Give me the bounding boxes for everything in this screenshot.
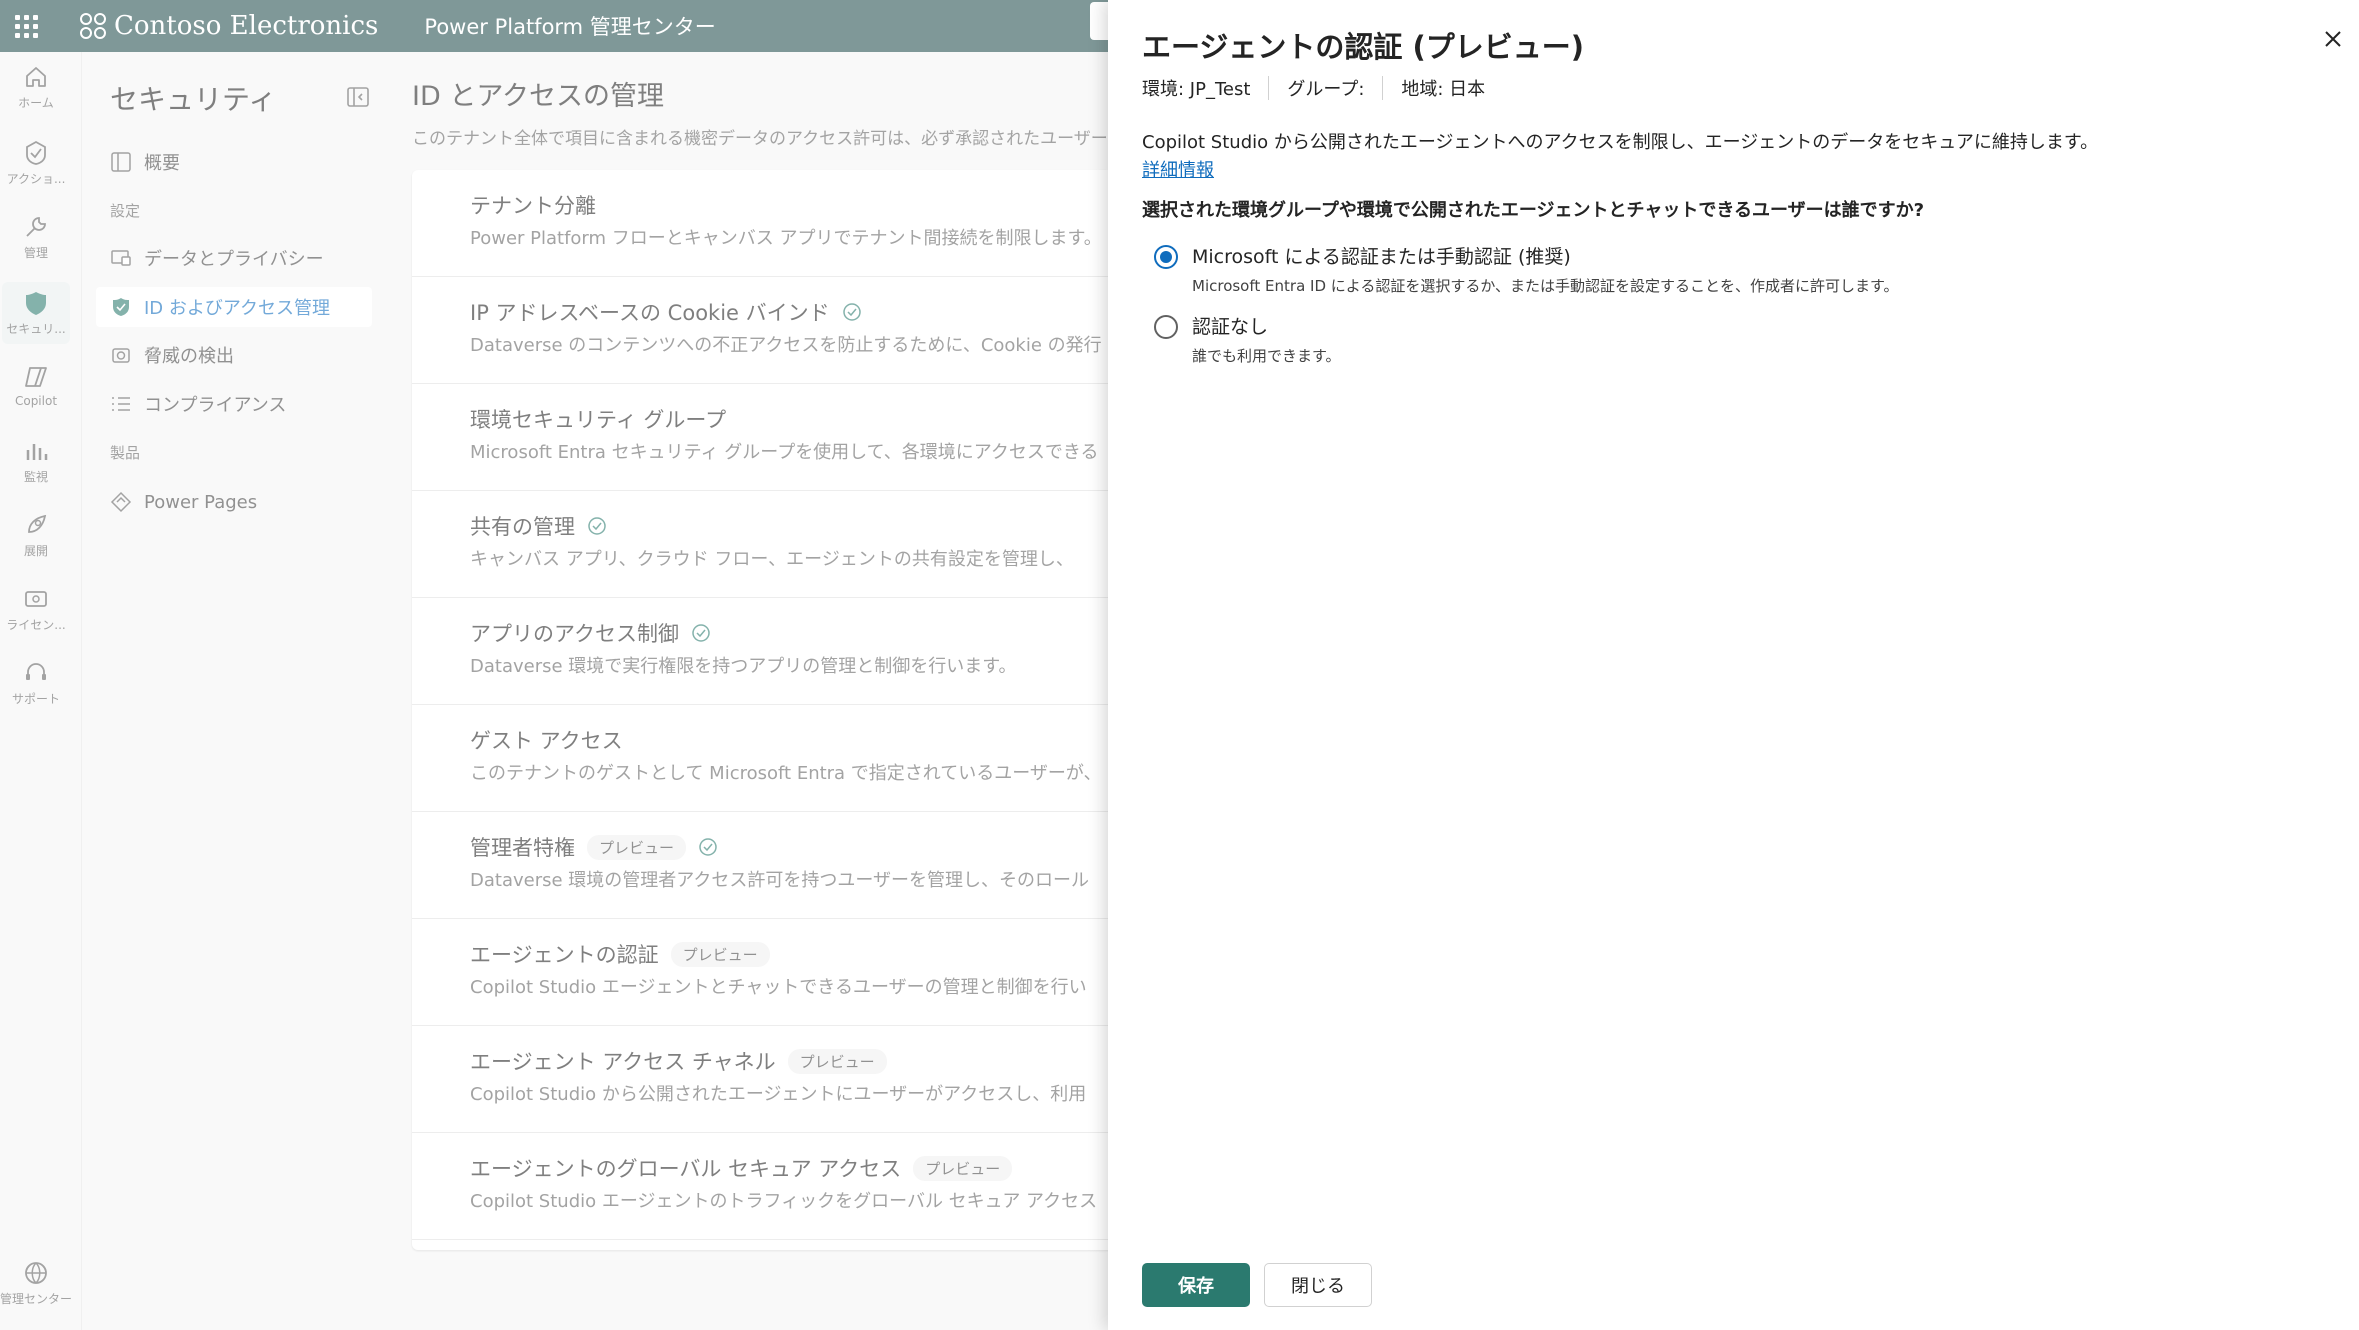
radio-label: Microsoft による認証または手動認証 (推奨) — [1192, 246, 1571, 268]
region-label: 地域: 日本 — [1401, 79, 1486, 100]
radio-button-selected[interactable] — [1154, 245, 1178, 269]
close-icon[interactable] — [2318, 24, 2348, 54]
panel-title: エージェントの認証 (プレビュー) — [1142, 30, 1585, 64]
radio-help-text: 誰でも利用できます。 — [1192, 347, 1341, 365]
overlay-scrim[interactable] — [0, 0, 1108, 1330]
close-button[interactable]: 閉じる — [1264, 1263, 1372, 1307]
radio-button[interactable] — [1154, 315, 1178, 339]
save-button[interactable]: 保存 — [1142, 1263, 1250, 1307]
environment-meta: 環境: JP_Test グループ: 地域: 日本 — [1142, 75, 1485, 101]
agent-auth-panel: エージェントの認証 (プレビュー) 環境: JP_Test グループ: 地域: … — [1108, 0, 2359, 1330]
environment-label: 環境: JP_Test — [1142, 79, 1251, 100]
divider — [1382, 76, 1384, 100]
radio-label: 認証なし — [1192, 316, 1269, 338]
auth-question: 選択された環境グループや環境で公開されたエージェントとチャットできるユーザーは誰… — [1142, 200, 1925, 221]
panel-description: Copilot Studio から公開されたエージェントへのアクセスを制限し、エ… — [1142, 132, 2099, 153]
radio-option-microsoft-auth[interactable]: Microsoft による認証または手動認証 (推奨) Microsoft En… — [1154, 242, 1899, 296]
learn-more-link[interactable]: 詳細情報 — [1142, 156, 1214, 182]
group-label: グループ: — [1287, 79, 1365, 100]
divider — [1268, 76, 1270, 100]
radio-help-text: Microsoft Entra ID による認証を選択するか、または手動認証を設… — [1192, 277, 1899, 295]
radio-option-no-auth[interactable]: 認証なし 誰でも利用できます。 — [1154, 312, 1341, 366]
